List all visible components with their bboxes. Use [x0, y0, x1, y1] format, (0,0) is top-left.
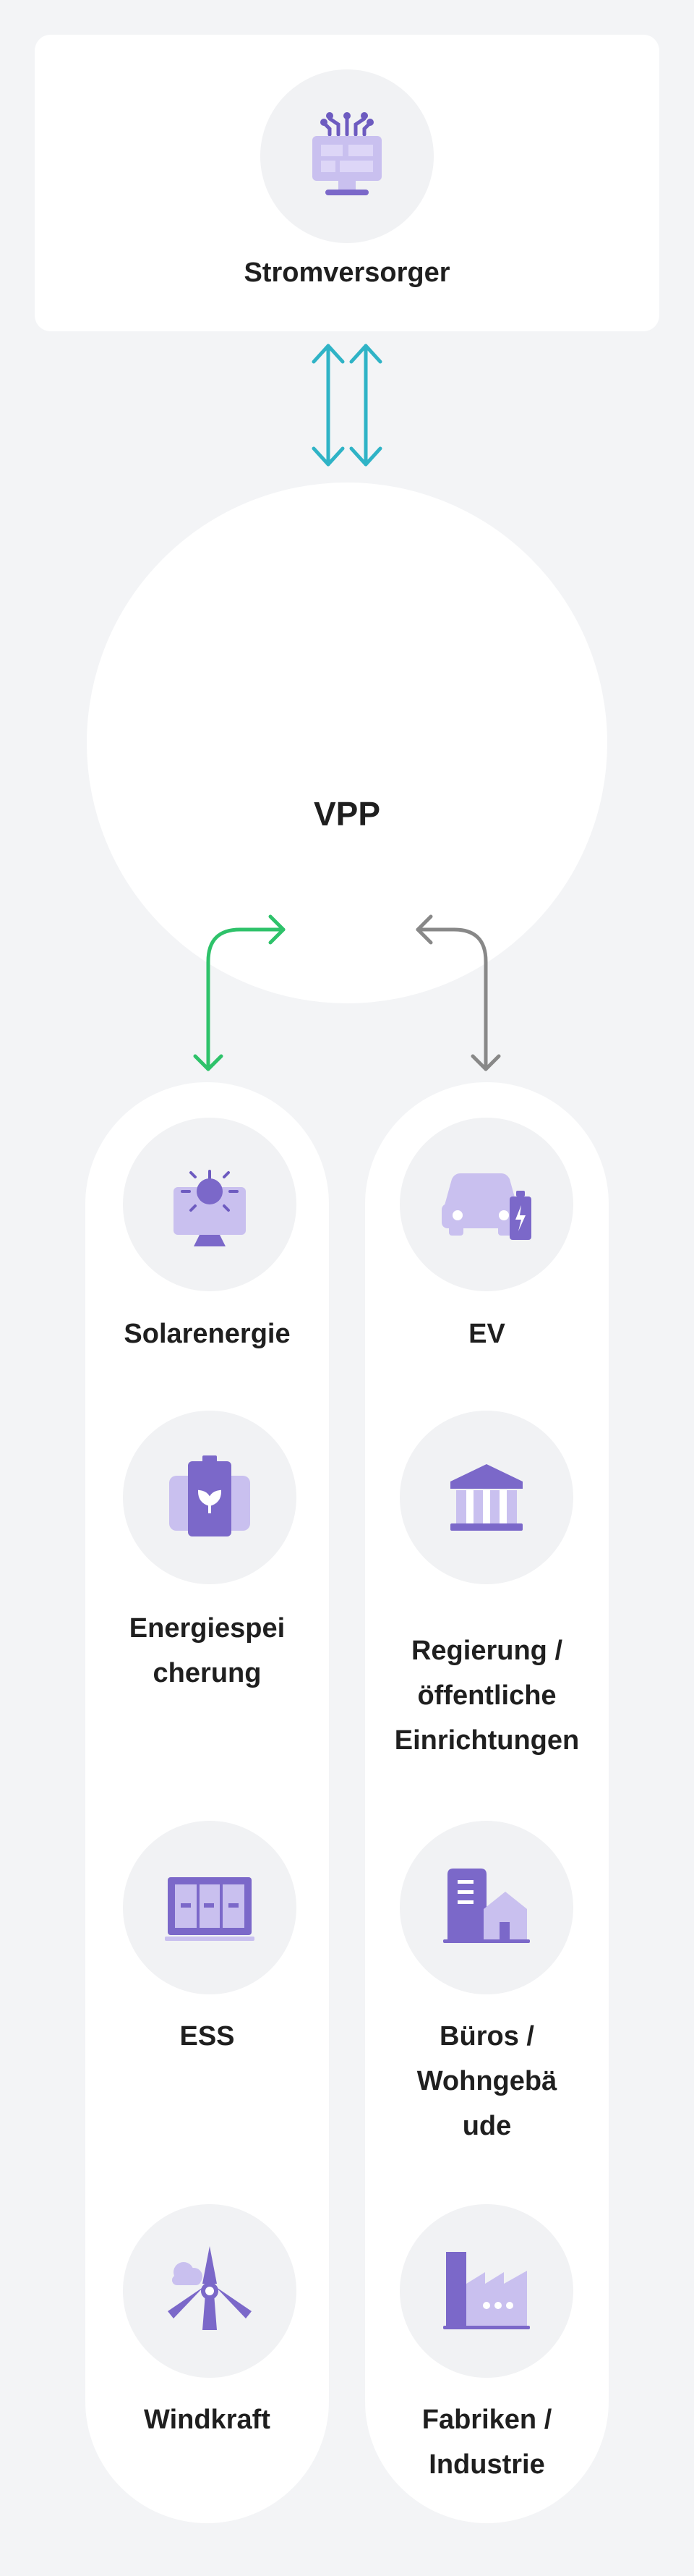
utility-label: Stromversorger: [244, 258, 450, 288]
office-label-line-1: Büros /: [440, 2021, 534, 2052]
utility-icon-circle: [260, 69, 434, 243]
vpp-circle: [87, 483, 607, 1003]
storage-icon-circle: [123, 1411, 296, 1584]
solar-label: Solarenergie: [124, 1319, 291, 1349]
office-label-line-3: ude: [462, 2111, 512, 2141]
government-label-line-1: Regierung /: [411, 1636, 563, 1666]
vpp-label: VPP: [313, 795, 381, 833]
wind-label: Windkraft: [144, 2405, 270, 2435]
ess-label: ESS: [179, 2021, 235, 2052]
ess-icon-circle: [123, 1821, 296, 1994]
government-label-line-2: öffentliche: [417, 1680, 557, 1711]
wind-icon-circle: [123, 2204, 296, 2378]
factory-icon-circle: [400, 2204, 573, 2378]
ev-label: EV: [468, 1319, 505, 1349]
office-icon-circle: [400, 1821, 573, 1994]
factory-label-line-1: Fabriken /: [421, 2405, 552, 2435]
storage-label-line-2: cherung: [153, 1658, 262, 1688]
vpp-diagram: Stromversorger VPP Solarenergie Energies…: [0, 0, 694, 2576]
office-label-line-2: Wohngebä: [416, 2066, 557, 2096]
ev-icon-circle: [400, 1118, 573, 1291]
factory-label-line-2: Industrie: [429, 2449, 545, 2480]
government-label-line-3: Einrichtungen: [394, 1725, 580, 1756]
government-icon-circle: [400, 1411, 573, 1584]
storage-label-line-1: Energiespei: [129, 1613, 286, 1644]
solar-icon-circle: [123, 1118, 296, 1291]
